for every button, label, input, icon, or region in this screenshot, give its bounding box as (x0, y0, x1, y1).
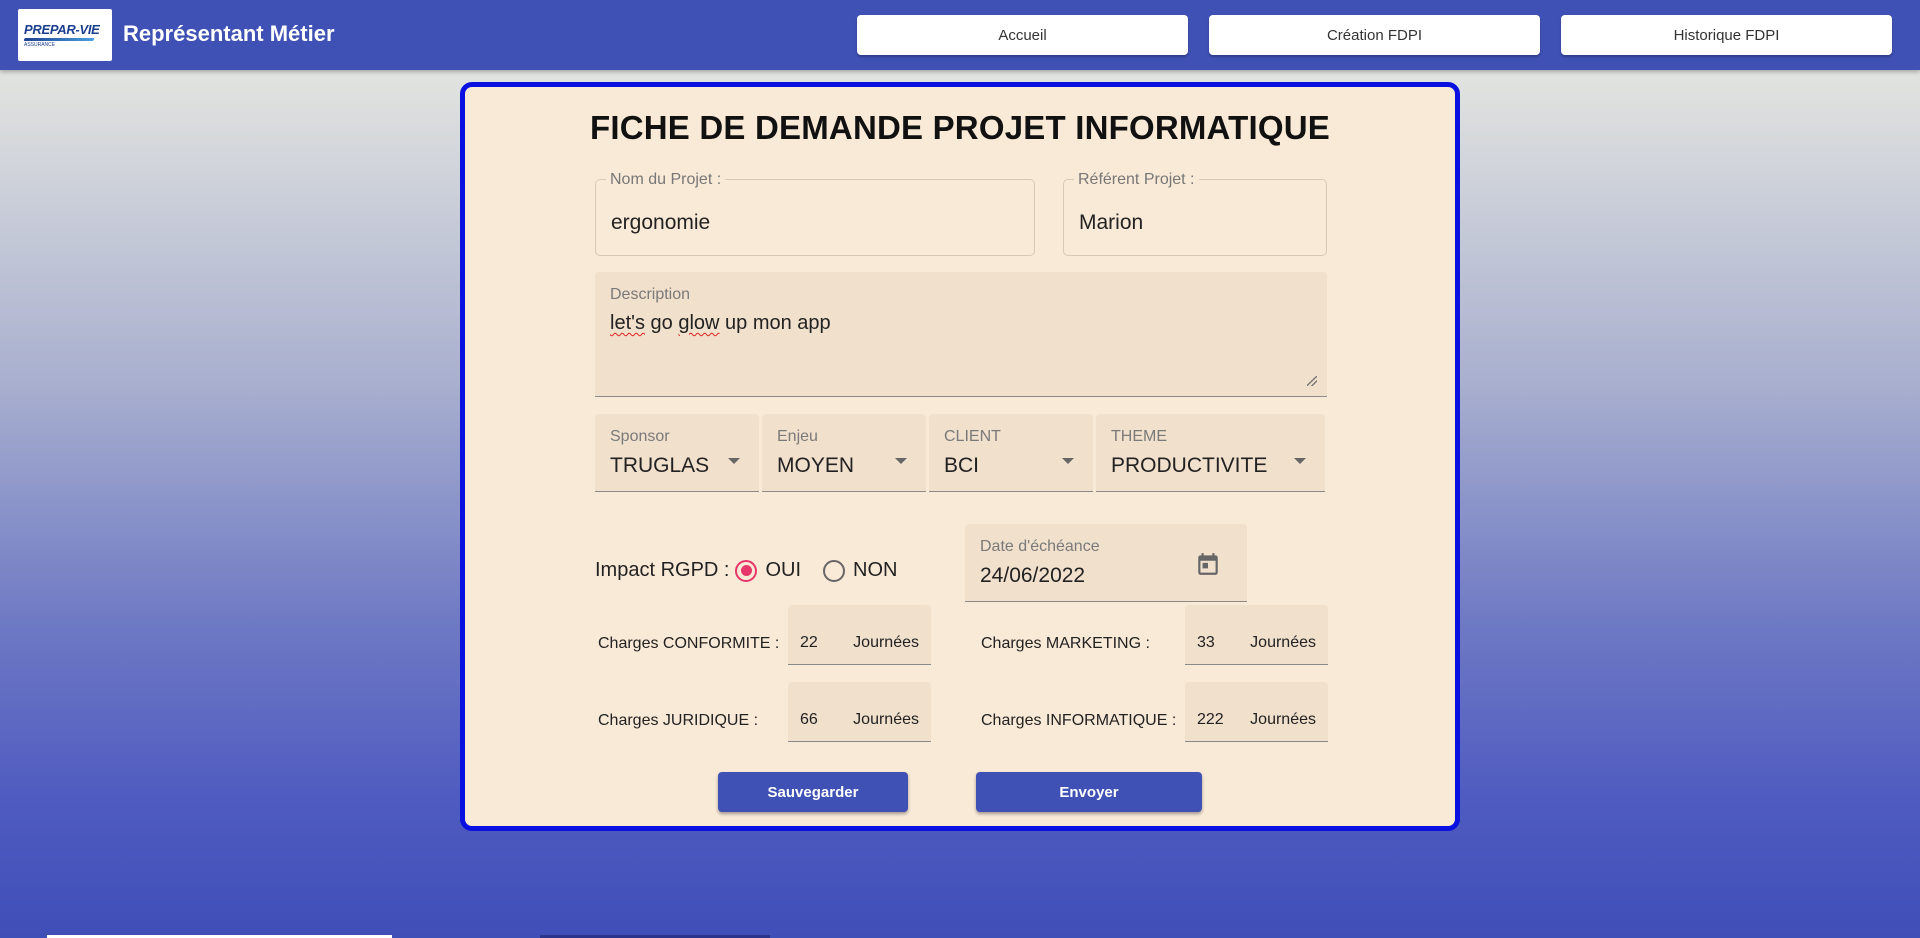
rgpd-non-label[interactable]: NON (853, 559, 897, 582)
save-button[interactable]: Sauvegarder (718, 772, 908, 812)
charges-unit-suffix: Journées (1250, 634, 1316, 651)
charges-marketing-label: Charges MARKETING : (981, 635, 1150, 652)
chevron-down-icon (1294, 458, 1306, 464)
chevron-down-icon (895, 458, 907, 464)
charges-unit-suffix: Journées (853, 711, 919, 728)
nav-historique-fdpi-button[interactable]: Historique FDPI (1561, 15, 1892, 55)
project-name-field[interactable]: Nom du Projet : ergonomie (595, 171, 1035, 256)
description-word: up mon app (725, 312, 831, 334)
charges-conformite-label: Charges CONFORMITE : (598, 635, 780, 652)
rgpd-non-radio[interactable] (823, 559, 846, 582)
theme-label: THEME (1111, 428, 1167, 445)
charges-conformite-value[interactable]: 22 (800, 634, 818, 652)
charges-marketing-value[interactable]: 33 (1197, 634, 1215, 652)
description-word-misspelled: let's (610, 312, 645, 334)
due-date-label: Date d'échéance (980, 538, 1100, 555)
project-referent-label: Référent Projet : (1074, 171, 1199, 189)
charges-marketing-input[interactable]: 33 Journées (1185, 605, 1328, 665)
logo-swoosh (23, 38, 95, 41)
enjeu-select[interactable]: Enjeu MOYEN (762, 414, 926, 492)
description-word: go (650, 312, 673, 334)
nav-accueil-button[interactable]: Accueil (857, 15, 1188, 55)
description-word-misspelled: glow (678, 312, 720, 334)
description-textarea[interactable]: Description let's go glow up mon app (595, 272, 1327, 397)
form-title: FICHE DE DEMANDE PROJET INFORMATIQUE (590, 109, 1330, 146)
rgpd-radio-group: Impact RGPD : OUI NON (595, 559, 898, 582)
theme-select[interactable]: THEME PRODUCTIVITE (1096, 414, 1325, 492)
enjeu-value: MOYEN (777, 454, 855, 477)
due-date-value[interactable]: 24/06/2022 (980, 564, 1085, 588)
charges-informatique-input[interactable]: 222 Journées (1185, 682, 1328, 742)
rgpd-label: Impact RGPD : (595, 559, 730, 581)
charges-informatique-value[interactable]: 222 (1197, 711, 1224, 729)
project-referent-value[interactable]: Marion (1079, 211, 1143, 235)
logo-subtext: ASSURANCE (24, 42, 56, 48)
app-title: Représentant Métier (123, 21, 335, 46)
charges-unit-suffix: Journées (853, 634, 919, 651)
theme-value: PRODUCTIVITE (1111, 454, 1268, 477)
description-value[interactable]: let's go glow up mon app (610, 312, 831, 335)
sponsor-select[interactable]: Sponsor TRUGLAS (595, 414, 759, 492)
send-button[interactable]: Envoyer (976, 772, 1202, 812)
chevron-down-icon (728, 458, 740, 464)
charges-unit-suffix: Journées (1250, 711, 1316, 728)
charges-juridique-label: Charges JURIDIQUE : (598, 712, 759, 729)
client-value: BCI (944, 454, 980, 477)
due-date-field[interactable]: Date d'échéance 24/06/2022 (965, 524, 1247, 602)
client-label: CLIENT (944, 428, 1001, 445)
top-toolbar: PREPAR-VIE ASSURANCE Représentant Métier… (0, 0, 1920, 70)
charges-juridique-input[interactable]: 66 Journées (788, 682, 931, 742)
project-name-label: Nom du Projet : (606, 171, 726, 189)
charges-informatique-label: Charges INFORMATIQUE : (981, 712, 1177, 729)
sponsor-value: TRUGLAS (610, 454, 710, 477)
chevron-down-icon (1062, 458, 1074, 464)
sponsor-label: Sponsor (610, 428, 670, 445)
rgpd-oui-label[interactable]: OUI (765, 559, 801, 582)
project-referent-field[interactable]: Référent Projet : Marion (1063, 171, 1327, 256)
charges-juridique-value[interactable]: 66 (800, 711, 818, 729)
enjeu-label: Enjeu (777, 428, 818, 445)
logo-text: PREPAR-VIE (24, 22, 100, 37)
fdpi-form-card: FICHE DE DEMANDE PROJET INFORMATIQUE Nom… (460, 82, 1460, 831)
rgpd-oui-radio[interactable] (735, 559, 758, 582)
textarea-resize-handle[interactable] (1307, 376, 1317, 386)
client-select[interactable]: CLIENT BCI (929, 414, 1093, 492)
charges-conformite-input[interactable]: 22 Journées (788, 605, 931, 665)
description-label: Description (610, 286, 691, 303)
project-name-value[interactable]: ergonomie (611, 211, 710, 235)
calendar-icon[interactable] (1195, 550, 1221, 578)
company-logo[interactable]: PREPAR-VIE ASSURANCE (18, 9, 112, 61)
nav-creation-fdpi-button[interactable]: Création FDPI (1209, 15, 1540, 55)
